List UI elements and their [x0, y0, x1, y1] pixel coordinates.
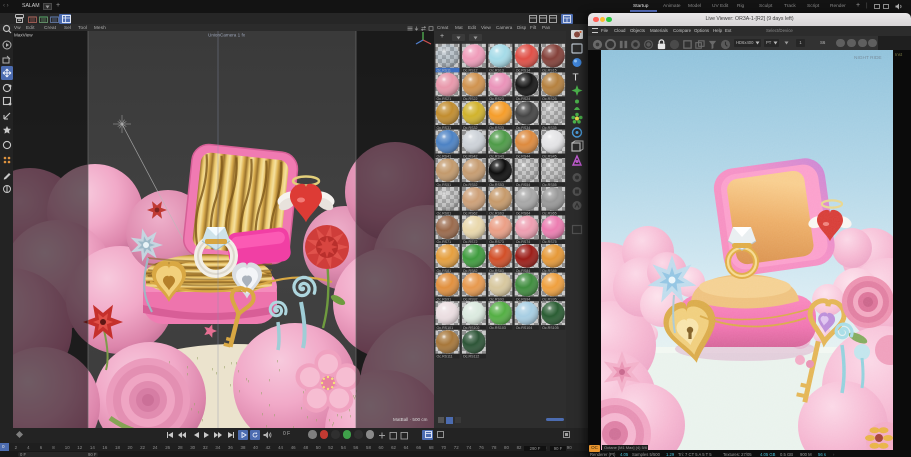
svg-text:66: 66	[416, 445, 421, 450]
svg-text:54: 54	[341, 445, 346, 450]
svg-text:Oc.RS111: Oc.RS111	[437, 355, 453, 359]
svg-text:14: 14	[90, 445, 95, 450]
svg-text:70: 70	[441, 445, 446, 450]
svg-text:36: 36	[228, 445, 233, 450]
svg-text:78: 78	[492, 445, 497, 450]
svg-text:Oc.RS105: Oc.RS105	[542, 326, 559, 330]
svg-text:72: 72	[454, 445, 459, 450]
svg-text:T: T	[573, 73, 579, 84]
svg-text:Oc.RS44: Oc.RS44	[516, 154, 531, 158]
svg-text:58: 58	[366, 445, 371, 450]
svg-text:Oc.RS72: Oc.RS72	[463, 240, 478, 244]
svg-text:50: 50	[316, 445, 321, 450]
svg-text:68: 68	[429, 445, 434, 450]
svg-text:Oc.RS24: Oc.RS24	[516, 97, 531, 101]
svg-text:30: 30	[190, 445, 195, 450]
svg-text:Oc.RS42: Oc.RS42	[463, 154, 478, 158]
svg-text:38: 38	[241, 445, 246, 450]
svg-text:74: 74	[466, 445, 471, 450]
svg-text:Oc.RS82: Oc.RS82	[463, 269, 478, 273]
svg-text:Oc.RS11: Oc.RS11	[437, 69, 451, 73]
svg-text:Oc.RS81: Oc.RS81	[437, 269, 452, 273]
svg-text:Oc.RS15: Oc.RS15	[542, 69, 557, 73]
svg-text:Oc.RS65: Oc.RS65	[542, 212, 557, 216]
svg-text:4: 4	[27, 445, 30, 450]
svg-text:Oc.RS51: Oc.RS51	[437, 183, 452, 187]
svg-text:Oc.RS103: Oc.RS103	[489, 326, 506, 330]
svg-text:Oc.RS101: Oc.RS101	[437, 326, 454, 330]
svg-text:52: 52	[328, 445, 333, 450]
svg-text:Oc.RS55: Oc.RS55	[542, 183, 557, 187]
svg-text:Oc.RS112: Oc.RS112	[463, 355, 479, 359]
svg-text:56: 56	[353, 445, 358, 450]
svg-text:Oc.RS14: Oc.RS14	[516, 69, 531, 73]
svg-text:8: 8	[52, 445, 55, 450]
svg-text:Oc.RS73: Oc.RS73	[489, 240, 504, 244]
svg-text:Oc.RS52: Oc.RS52	[463, 183, 478, 187]
svg-text:20: 20	[128, 445, 133, 450]
svg-text:Oc.RS31: Oc.RS31	[437, 126, 452, 130]
svg-text:Oc.RS74: Oc.RS74	[516, 240, 531, 244]
svg-text:Oc.RS53: Oc.RS53	[489, 183, 504, 187]
svg-text:Oc.RS32: Oc.RS32	[463, 126, 478, 130]
svg-text:Oc.RS75: Oc.RS75	[542, 240, 557, 244]
svg-text:64: 64	[404, 445, 409, 450]
svg-text:Oc.RS92: Oc.RS92	[463, 297, 478, 301]
svg-text:Oc.RS12: Oc.RS12	[463, 69, 478, 73]
svg-text:Oc.RS41: Oc.RS41	[437, 154, 452, 158]
svg-text:Oc.RS83: Oc.RS83	[489, 269, 504, 273]
svg-text:Oc.RS102: Oc.RS102	[463, 326, 480, 330]
svg-text:Oc.RS33: Oc.RS33	[489, 126, 504, 130]
svg-text:Oc.RS94: Oc.RS94	[516, 297, 531, 301]
svg-text:10: 10	[65, 445, 70, 450]
svg-text:42: 42	[266, 445, 271, 450]
svg-text:46: 46	[291, 445, 296, 450]
svg-text:Oc.RS91: Oc.RS91	[437, 297, 452, 301]
svg-text:28: 28	[178, 445, 183, 450]
svg-text:Oc.RS85: Oc.RS85	[542, 269, 557, 273]
svg-text:Oc.RS13: Oc.RS13	[489, 69, 504, 73]
svg-text:Oc.RS21: Oc.RS21	[437, 97, 452, 101]
svg-text:22: 22	[140, 445, 145, 450]
svg-text:26: 26	[165, 445, 170, 450]
svg-text:Oc.RS43: Oc.RS43	[489, 154, 504, 158]
svg-text:Oc.RS63: Oc.RS63	[489, 212, 504, 216]
svg-text:Oc.RS23: Oc.RS23	[489, 97, 504, 101]
svg-text:Oc.RS22: Oc.RS22	[463, 97, 478, 101]
svg-text:12: 12	[77, 445, 82, 450]
svg-text:Oc.RS84: Oc.RS84	[516, 269, 531, 273]
svg-text:Oc.RS25: Oc.RS25	[542, 97, 557, 101]
svg-text:Oc.RS61: Oc.RS61	[437, 212, 452, 216]
svg-text:82: 82	[517, 445, 522, 450]
svg-text:Oc.RS45: Oc.RS45	[542, 154, 557, 158]
svg-text:32: 32	[203, 445, 208, 450]
svg-text:Oc.RS34: Oc.RS34	[516, 126, 531, 130]
svg-text:18: 18	[115, 445, 120, 450]
svg-text:48: 48	[303, 445, 308, 450]
svg-text:MatBall · 500 cm: MatBall · 500 cm	[393, 417, 428, 422]
svg-text:24: 24	[153, 445, 158, 450]
svg-text:Oc.RS64: Oc.RS64	[516, 212, 531, 216]
svg-text:40: 40	[253, 445, 258, 450]
svg-text:60: 60	[379, 445, 384, 450]
svg-text:2: 2	[15, 445, 18, 450]
svg-text:UnionCamera 1 fx: UnionCamera 1 fx	[208, 33, 246, 38]
svg-text:80: 80	[504, 445, 509, 450]
svg-text:Oc.RS54: Oc.RS54	[516, 183, 531, 187]
svg-text:16: 16	[102, 445, 107, 450]
svg-text:90: 90	[567, 445, 572, 450]
svg-text:Oc.RS62: Oc.RS62	[463, 212, 478, 216]
svg-text:62: 62	[391, 445, 396, 450]
svg-text:44: 44	[278, 445, 283, 450]
svg-text:34: 34	[215, 445, 220, 450]
svg-text:Oc.RS93: Oc.RS93	[489, 297, 504, 301]
svg-text:MaxView: MaxView	[14, 33, 33, 38]
svg-text:76: 76	[479, 445, 484, 450]
svg-text:Oc.RS95: Oc.RS95	[542, 297, 557, 301]
svg-text:6: 6	[40, 445, 43, 450]
svg-text:Oc.RS35: Oc.RS35	[542, 126, 557, 130]
svg-text:Oc.RS71: Oc.RS71	[437, 240, 452, 244]
svg-text:Oc.RS104: Oc.RS104	[516, 326, 533, 330]
